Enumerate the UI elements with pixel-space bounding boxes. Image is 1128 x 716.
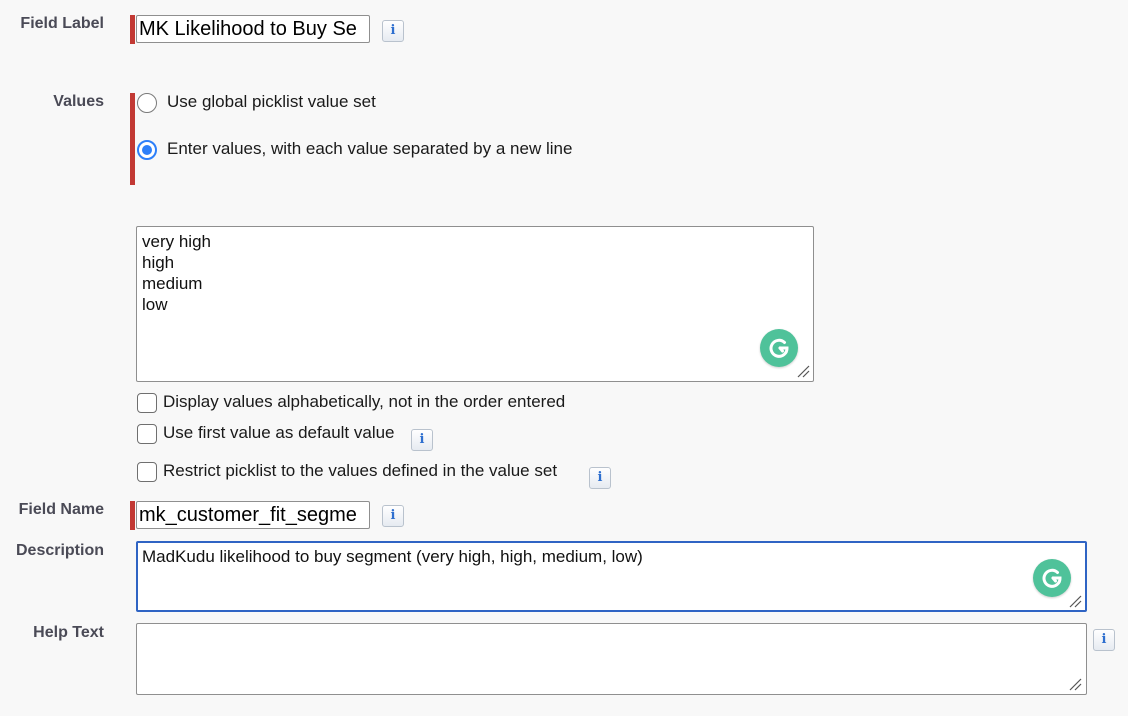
restrict-picklist-label: Restrict picklist to the values defined … bbox=[163, 461, 558, 480]
field-label-info-icon[interactable]: i bbox=[382, 20, 404, 42]
first-value-default-label: Use first value as default value bbox=[163, 423, 395, 442]
resize-grip-icon[interactable] bbox=[1068, 677, 1082, 691]
description-label: Description bbox=[15, 542, 104, 559]
restrict-picklist-info-icon[interactable]: i bbox=[589, 467, 611, 489]
sort-alphabetically-label: Display values alphabetically, not in th… bbox=[163, 392, 566, 411]
global-picklist-radio-label: Use global picklist value set bbox=[167, 92, 376, 111]
field-label-label: Field Label bbox=[20, 15, 104, 32]
resize-grip-icon[interactable] bbox=[796, 364, 810, 378]
first-value-default-checkbox[interactable] bbox=[137, 424, 157, 444]
help-text-label: Help Text bbox=[33, 624, 104, 641]
description-textarea[interactable]: MadKudu likelihood to buy segment (very … bbox=[136, 541, 1087, 612]
value-entry: medium bbox=[142, 274, 203, 293]
field-name-label: Field Name bbox=[18, 501, 104, 518]
enter-values-radio[interactable] bbox=[137, 140, 157, 160]
resize-grip-icon[interactable] bbox=[1068, 594, 1082, 608]
required-indicator bbox=[130, 15, 135, 44]
description-text: MadKudu likelihood to buy segment (very … bbox=[142, 547, 643, 566]
values-required-indicator bbox=[130, 93, 135, 185]
help-text-textarea[interactable] bbox=[136, 623, 1087, 695]
help-text-info-icon[interactable]: i bbox=[1093, 629, 1115, 651]
global-picklist-radio[interactable] bbox=[137, 93, 157, 113]
value-entry: high bbox=[142, 253, 175, 272]
field-name-input[interactable]: mk_customer_fit_segme bbox=[136, 501, 370, 529]
value-entry: low bbox=[142, 295, 168, 314]
grammarly-icon[interactable] bbox=[760, 329, 798, 367]
values-label: Values bbox=[53, 93, 104, 110]
enter-values-radio-label: Enter values, with each value separated … bbox=[167, 139, 573, 158]
sort-alphabetically-checkbox[interactable] bbox=[137, 393, 157, 413]
field-name-info-icon[interactable]: i bbox=[382, 505, 404, 527]
field-name-required-indicator bbox=[130, 501, 135, 530]
field-label-input[interactable]: MK Likelihood to Buy Se bbox=[136, 15, 370, 43]
grammarly-icon[interactable] bbox=[1033, 559, 1071, 597]
values-textarea[interactable]: very high high medium low bbox=[136, 226, 814, 382]
first-value-default-info-icon[interactable]: i bbox=[411, 429, 433, 451]
restrict-picklist-checkbox[interactable] bbox=[137, 462, 157, 482]
value-entry: very high bbox=[142, 232, 211, 251]
